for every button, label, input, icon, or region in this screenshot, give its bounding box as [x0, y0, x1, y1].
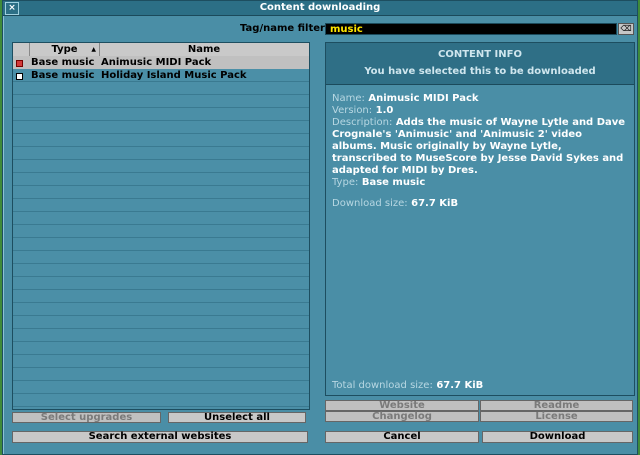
name-label: Name:: [332, 93, 365, 104]
version-value: 1.0: [375, 105, 394, 116]
row-name: Animusic MIDI Pack: [101, 57, 212, 68]
row-type: Base music: [31, 57, 95, 68]
filter-input[interactable]: music: [325, 23, 617, 35]
name-value: Animusic MIDI Pack: [368, 93, 479, 104]
select-upgrades-button[interactable]: Select upgrades: [12, 412, 161, 423]
content-info-title: CONTENT INFO: [438, 49, 522, 60]
window-title: Content downloading: [259, 2, 381, 13]
version-label: Version:: [332, 105, 373, 116]
sort-ascending-icon: ▲: [91, 46, 96, 53]
name-line: Name: Animusic MIDI Pack: [332, 93, 628, 105]
selected-checkbox-icon[interactable]: [16, 60, 23, 67]
search-external-websites-button[interactable]: Search external websites: [12, 431, 308, 443]
version-line: Version: 1.0: [332, 105, 628, 117]
download-button[interactable]: Download: [482, 431, 633, 443]
total-label: Total download size:: [332, 380, 433, 391]
column-header-type[interactable]: Type ▲: [29, 43, 100, 56]
unselected-checkbox-icon[interactable]: [16, 73, 23, 80]
content-info-panel: CONTENT INFO You have selected this to b…: [325, 42, 635, 396]
title-bar[interactable]: × Content downloading: [3, 1, 637, 16]
readme-button[interactable]: Readme: [480, 400, 633, 411]
download-size-line: Download size: 67.7 KiB: [332, 198, 628, 210]
website-button[interactable]: Website: [325, 400, 479, 411]
description-line: Description: Adds the music of Wayne Lyt…: [332, 117, 628, 177]
list-row[interactable]: Base music Animusic MIDI Pack: [13, 56, 309, 69]
total-value: 67.7 KiB: [436, 380, 484, 391]
content-details: Name: Animusic MIDI Pack Version: 1.0 De…: [332, 93, 628, 210]
row-type: Base music: [31, 70, 95, 81]
content-list[interactable]: Type ▲ Name Base music Animusic MIDI Pac…: [12, 42, 310, 410]
clear-filter-icon[interactable]: ⌫: [618, 23, 634, 35]
filter-label: Tag/name filter:: [240, 23, 329, 34]
content-info-header: CONTENT INFO You have selected this to b…: [326, 43, 634, 85]
total-download-size: Total download size: 67.7 KiB: [332, 380, 483, 391]
cancel-button[interactable]: Cancel: [325, 431, 479, 443]
column-header-type-label: Type: [51, 44, 78, 55]
close-icon[interactable]: ×: [5, 2, 19, 15]
download-size-label: Download size:: [332, 198, 408, 209]
type-label: Type:: [332, 177, 359, 188]
column-header-name[interactable]: Name: [99, 43, 309, 56]
type-line: Type: Base music: [332, 177, 628, 189]
row-name: Holiday Island Music Pack: [101, 70, 247, 81]
type-value: Base music: [361, 177, 426, 188]
changelog-button[interactable]: Changelog: [325, 411, 479, 422]
license-button[interactable]: License: [480, 411, 633, 422]
download-size-value: 67.7 KiB: [411, 198, 459, 209]
list-header: Type ▲ Name: [13, 43, 309, 56]
description-label: Description:: [332, 117, 393, 128]
unselect-all-button[interactable]: Unselect all: [168, 412, 306, 423]
content-download-window: × Content downloading Tag/name filter: m…: [2, 0, 638, 455]
selection-status: You have selected this to be downloaded: [364, 66, 596, 77]
list-row[interactable]: Base music Holiday Island Music Pack: [13, 69, 309, 82]
